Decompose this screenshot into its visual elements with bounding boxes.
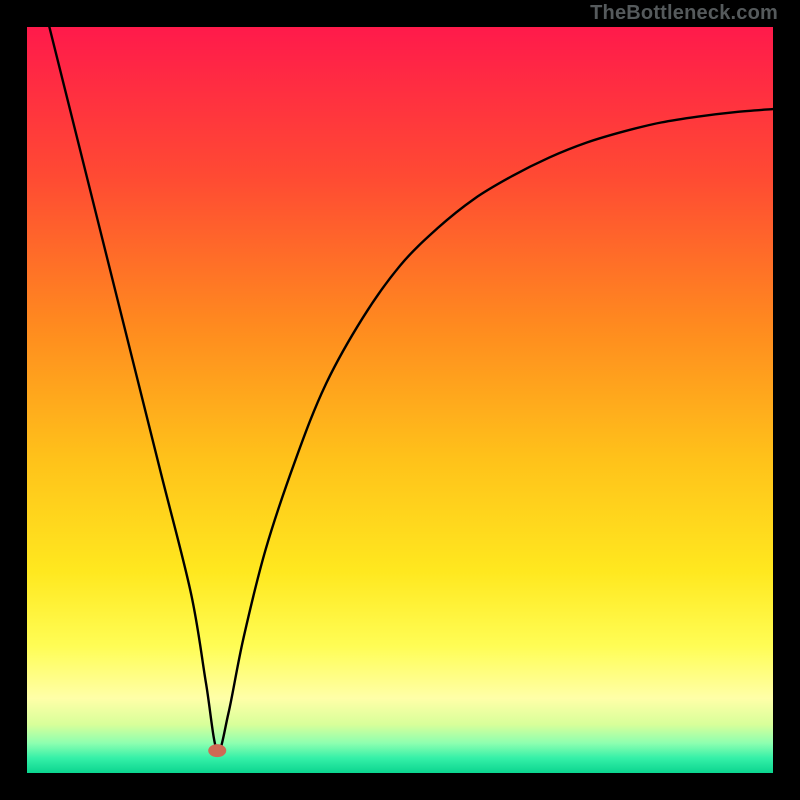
plot-background [27,27,773,773]
bottleneck-chart [0,0,800,800]
optimal-point-marker [208,744,226,757]
watermark-text: TheBottleneck.com [590,2,778,25]
chart-container: TheBottleneck.com [0,0,800,800]
